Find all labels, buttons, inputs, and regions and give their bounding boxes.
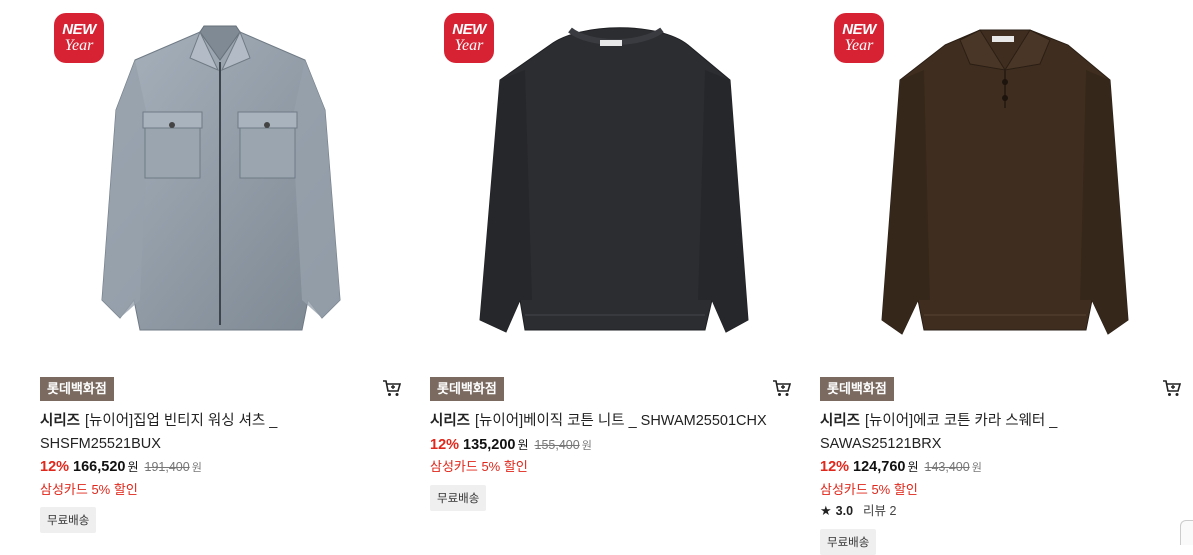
free-shipping-chip: 무료배송 xyxy=(430,485,487,511)
price-unit: 원 xyxy=(127,460,139,474)
discount-rate: 12% xyxy=(430,437,460,453)
card-discount: 삼성카드 5% 할인 xyxy=(820,482,918,497)
rating-score: 3.0 xyxy=(835,504,854,518)
original-price: 191,400 xyxy=(144,460,190,474)
star-icon: ★ xyxy=(820,503,832,518)
price-unit: 원 xyxy=(907,460,919,474)
cart-icon[interactable] xyxy=(772,378,792,398)
rating-row: ★ 3.0 리뷰 2 xyxy=(820,500,896,519)
product-image[interactable]: NEW Year xyxy=(40,0,412,350)
brand-name: 시리즈 xyxy=(430,413,471,429)
review-count[interactable]: 리뷰 2 xyxy=(863,504,896,518)
discount-rate: 12% xyxy=(820,459,850,475)
product-card[interactable]: NEW Year 롯데백화점 시리즈 [뉴이어]에코 코튼 카라 스웨터 _ SA… xyxy=(820,0,1192,555)
card-discount: 삼성카드 5% 할인 xyxy=(430,459,528,474)
cart-icon[interactable] xyxy=(382,378,402,398)
free-shipping-chip: 무료배송 xyxy=(40,507,97,533)
original-price: 155,400 xyxy=(534,438,580,452)
new-year-badge: NEW Year xyxy=(444,13,494,63)
price-unit: 원 xyxy=(517,438,529,452)
cart-icon[interactable] xyxy=(1162,378,1182,398)
product-title[interactable]: 시리즈 [뉴이어]집업 빈티지 워싱 셔츠 _ SHSFM25521BUX xyxy=(40,410,400,456)
product-image[interactable]: NEW Year xyxy=(430,0,802,350)
product-card[interactable]: NEW Year 롯데백화점 시리즈 [뉴이어]베이직 코튼 니트 _ SHWAM… xyxy=(430,0,802,544)
product-image[interactable]: NEW Year xyxy=(820,0,1192,350)
original-price-unit: 원 xyxy=(191,462,202,474)
sale-price: 124,760 xyxy=(853,459,906,475)
brand-name: 시리즈 xyxy=(40,413,81,429)
sale-price: 166,520 xyxy=(73,459,126,475)
original-price-unit: 원 xyxy=(581,440,592,452)
free-shipping-chip: 무료배송 xyxy=(820,529,877,555)
product-name: [뉴이어]베이직 코튼 니트 _ SHWAM25501CHX xyxy=(475,413,767,429)
card-discount: 삼성카드 5% 할인 xyxy=(40,482,138,497)
scroll-edge xyxy=(1180,520,1193,545)
price-row: 12% 135,200 원 155,400 원 xyxy=(430,436,592,453)
store-tag: 롯데백화점 xyxy=(40,377,114,401)
discount-rate: 12% xyxy=(40,459,70,475)
product-title[interactable]: 시리즈 [뉴이어]에코 코튼 카라 스웨터 _ SAWAS25121BRX xyxy=(820,410,1180,456)
store-tag: 롯데백화점 xyxy=(430,377,504,401)
new-year-badge: NEW Year xyxy=(834,13,884,63)
original-price: 143,400 xyxy=(924,460,970,474)
price-row: 12% 166,520 원 191,400 원 xyxy=(40,458,202,475)
product-title[interactable]: 시리즈 [뉴이어]베이직 코튼 니트 _ SHWAM25501CHX xyxy=(430,410,790,433)
new-year-badge: NEW Year xyxy=(54,13,104,63)
sale-price: 135,200 xyxy=(463,437,516,453)
price-row: 12% 124,760 원 143,400 원 xyxy=(820,458,982,475)
store-tag: 롯데백화점 xyxy=(820,377,894,401)
brand-name: 시리즈 xyxy=(820,413,861,429)
product-card[interactable]: NEW Year 롯데백화점 시리즈 [뉴이어]집업 빈티지 워싱 셔츠 _ SH… xyxy=(40,0,412,544)
original-price-unit: 원 xyxy=(971,462,982,474)
